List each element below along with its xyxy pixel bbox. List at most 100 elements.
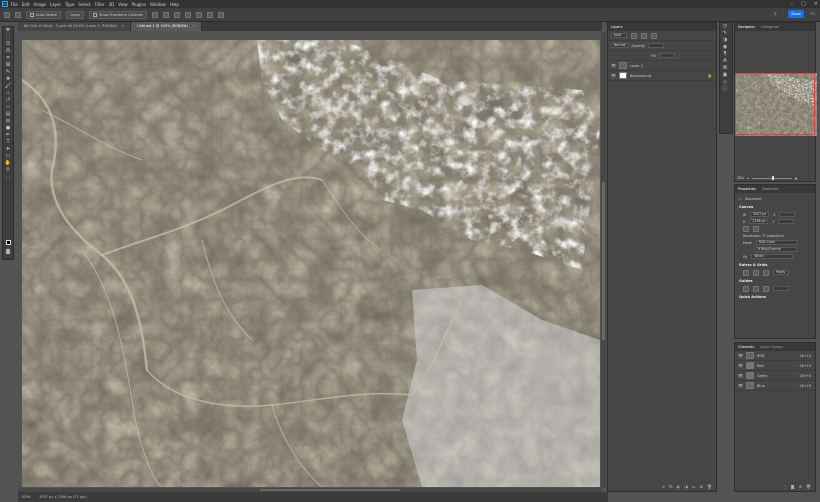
- guides-dropdown[interactable]: [773, 286, 789, 291]
- menu-3d[interactable]: 3D: [109, 2, 115, 7]
- document-canvas[interactable]: [22, 40, 600, 487]
- zoom-icon[interactable]: ⚲: [3, 167, 13, 174]
- history-brush-icon[interactable]: ↺: [3, 97, 13, 104]
- grid-icon[interactable]: [753, 269, 759, 276]
- align-bottom-icon[interactable]: [206, 11, 213, 18]
- guide-layout-icon[interactable]: [753, 285, 759, 292]
- brush-icon[interactable]: 🖌: [3, 83, 13, 90]
- align-right-icon[interactable]: [173, 11, 180, 18]
- wand-icon[interactable]: ⁂: [3, 48, 13, 55]
- align-top-icon[interactable]: [184, 11, 191, 18]
- filter-kind-dropdown[interactable]: Kind: [611, 33, 627, 38]
- tab-swatches[interactable]: Swatches: [762, 187, 779, 191]
- visibility-eye-icon[interactable]: 👁: [738, 353, 743, 358]
- new-channel-icon[interactable]: ⊕: [799, 484, 802, 489]
- paths-icon[interactable]: ◇: [720, 79, 730, 86]
- align-middle-icon[interactable]: [195, 11, 202, 18]
- info-icon[interactable]: ⓘ: [720, 86, 730, 93]
- filter-type-icon[interactable]: [651, 32, 657, 39]
- slider-handle[interactable]: [771, 175, 774, 180]
- eraser-icon[interactable]: ▱: [3, 104, 13, 111]
- guides-section[interactable]: Guides: [735, 276, 815, 285]
- vertical-scroll-thumb[interactable]: [602, 182, 605, 340]
- tab-layers[interactable]: Layers: [611, 25, 623, 29]
- home-icon[interactable]: [4, 11, 10, 18]
- zoom-in-icon[interactable]: ▲: [795, 176, 797, 180]
- blur-icon[interactable]: ◍: [3, 118, 13, 125]
- close-tab-icon[interactable]: ×: [192, 24, 195, 28]
- tab-navigator[interactable]: Navigator: [738, 25, 755, 29]
- grid-settings-icon[interactable]: [763, 269, 769, 276]
- landscape-icon[interactable]: [753, 225, 759, 232]
- visibility-eye-icon[interactable]: 👁: [611, 63, 616, 68]
- heal-icon[interactable]: ✚: [3, 76, 13, 83]
- more-options-icon[interactable]: [217, 11, 224, 18]
- fill-dropdown[interactable]: White: [751, 254, 794, 259]
- frame-icon[interactable]: ⊠: [3, 62, 13, 69]
- auto-select-checkbox[interactable]: Auto-Select:: [26, 10, 62, 19]
- quick-mask-icon[interactable]: ◙: [3, 249, 13, 256]
- menu-filter[interactable]: Filter: [95, 2, 105, 7]
- ruler-icon[interactable]: [743, 269, 749, 276]
- align-center-icon[interactable]: [162, 11, 169, 18]
- navigator-zoom-slider[interactable]: [751, 175, 792, 180]
- stamp-icon[interactable]: ⊥: [3, 90, 13, 97]
- tab-properties[interactable]: Properties: [738, 187, 756, 191]
- dodge-icon[interactable]: ●: [3, 125, 13, 132]
- menu-image[interactable]: Image: [33, 2, 46, 7]
- navigator-preview[interactable]: [735, 73, 817, 136]
- workspace-icon[interactable]: ▭: [810, 11, 816, 17]
- libraries-icon[interactable]: ▣: [720, 72, 730, 79]
- fx-icon[interactable]: fx: [669, 484, 673, 489]
- visibility-eye-icon[interactable]: 👁: [738, 383, 743, 388]
- maximize-icon[interactable]: □: [801, 1, 806, 7]
- trash-icon[interactable]: 🗑: [707, 484, 712, 489]
- navigator-view-frame[interactable]: [735, 73, 815, 135]
- foreground-color-swatch[interactable]: [6, 240, 11, 245]
- path-select-icon[interactable]: ➤: [3, 146, 13, 153]
- align-left-icon[interactable]: [151, 11, 158, 18]
- lasso-icon[interactable]: ᘓ: [3, 41, 13, 48]
- paragraph-icon[interactable]: ¶: [720, 51, 730, 58]
- menu-file[interactable]: File: [11, 2, 18, 7]
- horizontal-scroll-thumb[interactable]: [260, 489, 400, 491]
- layer-row[interactable]: 👁 Layer 1: [608, 61, 716, 71]
- folder-icon[interactable]: ▭: [692, 484, 696, 489]
- portrait-icon[interactable]: [743, 225, 749, 232]
- tab-channels[interactable]: Channels: [738, 345, 754, 349]
- new-layer-icon[interactable]: ⊕: [700, 484, 703, 489]
- type-icon[interactable]: T: [3, 139, 13, 146]
- zoom-out-icon[interactable]: ▴: [747, 176, 749, 180]
- quick-actions-section[interactable]: Quick Actions: [735, 292, 815, 301]
- menu-window[interactable]: Window: [150, 2, 166, 7]
- y-field[interactable]: [778, 219, 795, 224]
- menu-help[interactable]: Help: [170, 2, 179, 7]
- move-icon[interactable]: ✥: [3, 27, 13, 34]
- mode-dropdown[interactable]: RGB Color: [755, 240, 798, 245]
- gradient-icon[interactable]: ▤: [3, 111, 13, 118]
- ruler-units-dropdown[interactable]: Pixels: [773, 270, 789, 275]
- save-selection-icon[interactable]: ◙: [791, 484, 795, 489]
- layer-row[interactable]: 👁 Background 🔒: [608, 71, 716, 81]
- brush-settings-icon[interactable]: ✎: [720, 30, 730, 37]
- marquee-icon[interactable]: ⬚: [3, 34, 13, 41]
- menu-edit[interactable]: Edit: [22, 2, 30, 7]
- channel-row[interactable]: 👁 Red Ctrl+3: [735, 361, 815, 371]
- close-window-icon[interactable]: ×: [814, 1, 818, 7]
- filter-adjust-icon[interactable]: [641, 32, 647, 39]
- adjustments-icon[interactable]: ◑: [720, 37, 730, 44]
- zoom-readout[interactable]: 100%: [21, 495, 31, 499]
- height-field[interactable]: 2296 px: [749, 219, 769, 224]
- adjustment-icon[interactable]: ◑: [684, 484, 688, 489]
- channel-row[interactable]: 👁 Blue Ctrl+5: [735, 381, 815, 391]
- search-icon[interactable]: ⌕: [774, 11, 780, 17]
- crop-icon[interactable]: ⌗: [3, 55, 13, 62]
- fill-field[interactable]: [658, 53, 675, 58]
- tab-document-2[interactable]: Untitled-1 @ 100% (RGB/8#) ×: [131, 22, 203, 31]
- history-icon[interactable]: ◷: [720, 23, 730, 30]
- more-tools-icon[interactable]: …: [3, 174, 13, 181]
- menu-type[interactable]: Type: [65, 2, 74, 7]
- tab-histogram[interactable]: Histogram: [761, 25, 779, 29]
- filter-pixel-icon[interactable]: [631, 32, 637, 39]
- menu-plugins[interactable]: Plugins: [132, 2, 146, 7]
